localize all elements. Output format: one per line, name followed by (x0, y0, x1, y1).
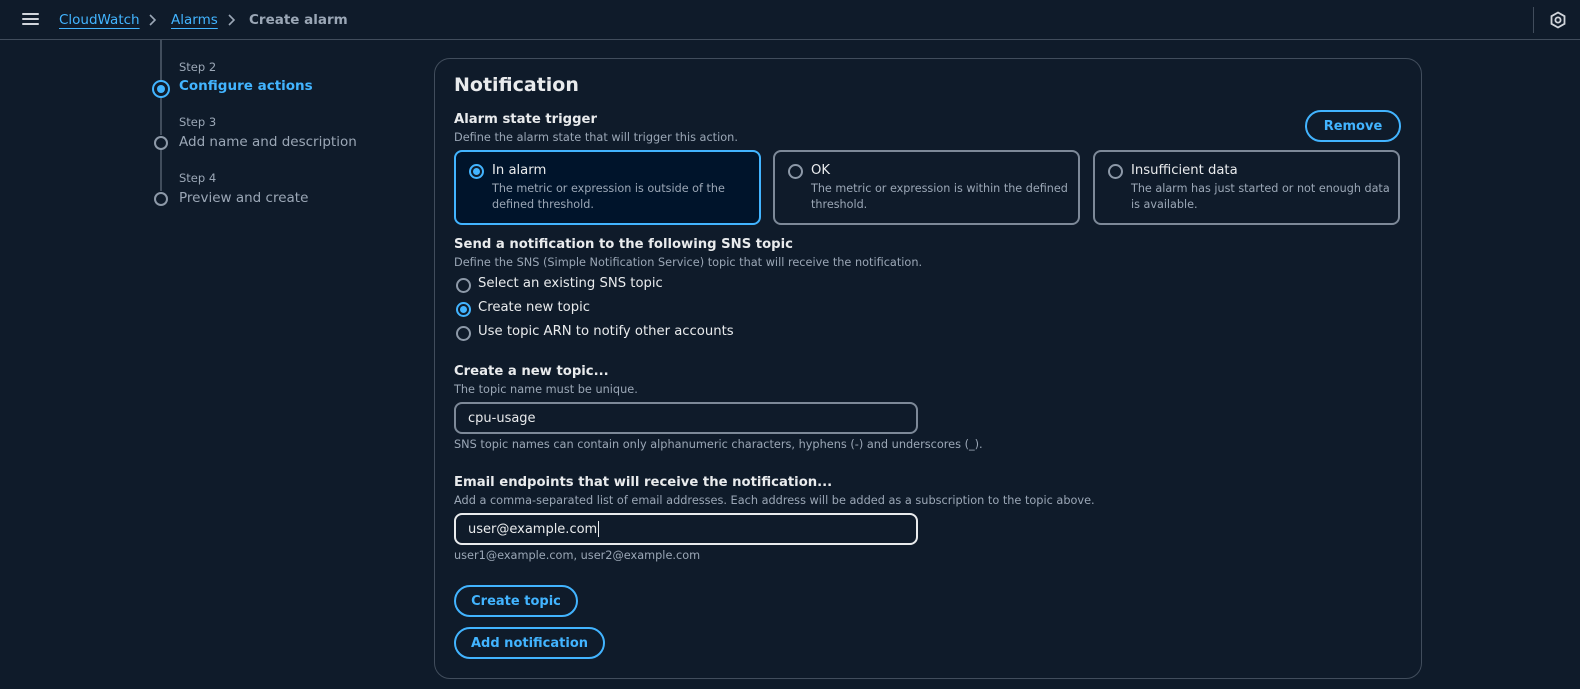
alarm-state-insufficient-data-tile[interactable]: Insufficient data The alarm has just sta… (1093, 150, 1400, 225)
step-4-number: Step 4 (179, 171, 217, 185)
insufficient-data-title: Insufficient data (1131, 163, 1238, 178)
chevron-right-icon (228, 14, 236, 26)
breadcrumb-current: Create alarm (249, 12, 348, 28)
sns-topic-description: Define the SNS (Simple Notification Serv… (454, 256, 923, 269)
topbar-divider (1533, 7, 1534, 33)
insufficient-data-description: The alarm has just started or not enough… (1131, 182, 1390, 211)
email-endpoints-input[interactable]: user@example.com (454, 513, 918, 545)
alarm-state-description: Define the alarm state that will trigger… (454, 131, 738, 144)
add-notification-button[interactable]: Add notification (454, 627, 605, 659)
stepper-connector (160, 94, 162, 135)
step-3-number: Step 3 (179, 115, 217, 129)
remove-button[interactable]: Remove (1305, 110, 1401, 142)
stepper-connector (160, 40, 162, 80)
notification-title: Notification (454, 74, 579, 96)
stepper-connector (160, 149, 162, 191)
ok-title: OK (811, 163, 831, 178)
create-new-topic-label: Create new topic (478, 300, 590, 315)
step-4-title: Preview and create (179, 190, 309, 206)
create-topic-button[interactable]: Create topic (454, 585, 578, 617)
chevron-right-icon (149, 14, 157, 26)
email-endpoints-label: Email endpoints that will receive the no… (454, 475, 833, 490)
topic-name-input[interactable]: cpu-usage (454, 402, 918, 434)
email-endpoints-value: user@example.com (468, 521, 598, 537)
step-2-title: Configure actions (179, 78, 313, 94)
ok-radio[interactable] (788, 164, 803, 179)
sns-topic-label: Send a notification to the following SNS… (454, 237, 793, 252)
ok-description: The metric or expression is within the d… (811, 182, 1068, 211)
in-alarm-description: The metric or expression is outside of t… (492, 182, 725, 211)
existing-topic-label: Select an existing SNS topic (478, 276, 663, 291)
settings-icon[interactable] (1549, 11, 1567, 29)
hamburger-menu-icon[interactable] (22, 12, 39, 26)
topic-name-constraint: SNS topic names can contain only alphanu… (454, 438, 983, 451)
new-topic-label: Create a new topic... (454, 364, 609, 379)
step-4-indicator (154, 192, 168, 206)
step-3-title: Add name and description (179, 134, 357, 150)
alarm-state-ok-tile[interactable]: OK The metric or expression is within th… (773, 150, 1080, 225)
create-new-topic-radio[interactable] (456, 302, 471, 317)
email-endpoints-description: Add a comma-separated list of email addr… (454, 494, 1095, 507)
step-2-number: Step 2 (179, 60, 217, 74)
new-topic-description: The topic name must be unique. (454, 383, 638, 396)
breadcrumb-alarms[interactable]: Alarms (171, 11, 218, 29)
alarm-state-label: Alarm state trigger (454, 112, 598, 127)
text-caret (598, 521, 600, 537)
insufficient-data-radio[interactable] (1108, 164, 1123, 179)
topic-name-value: cpu-usage (468, 410, 536, 426)
top-navigation-bar: CloudWatch Alarms Create alarm (0, 0, 1580, 40)
email-endpoints-hint: user1@example.com, user2@example.com (454, 549, 701, 562)
in-alarm-title: In alarm (492, 163, 547, 178)
step-3-indicator (154, 136, 168, 150)
topic-arn-label: Use topic ARN to notify other accounts (478, 324, 734, 339)
topic-arn-radio[interactable] (456, 326, 471, 341)
in-alarm-radio[interactable] (469, 164, 484, 179)
alarm-state-in-alarm-tile[interactable]: In alarm The metric or expression is out… (454, 150, 761, 225)
existing-topic-radio[interactable] (456, 278, 471, 293)
step-2-active-indicator (152, 80, 170, 98)
breadcrumb-cloudwatch[interactable]: CloudWatch (59, 11, 140, 29)
